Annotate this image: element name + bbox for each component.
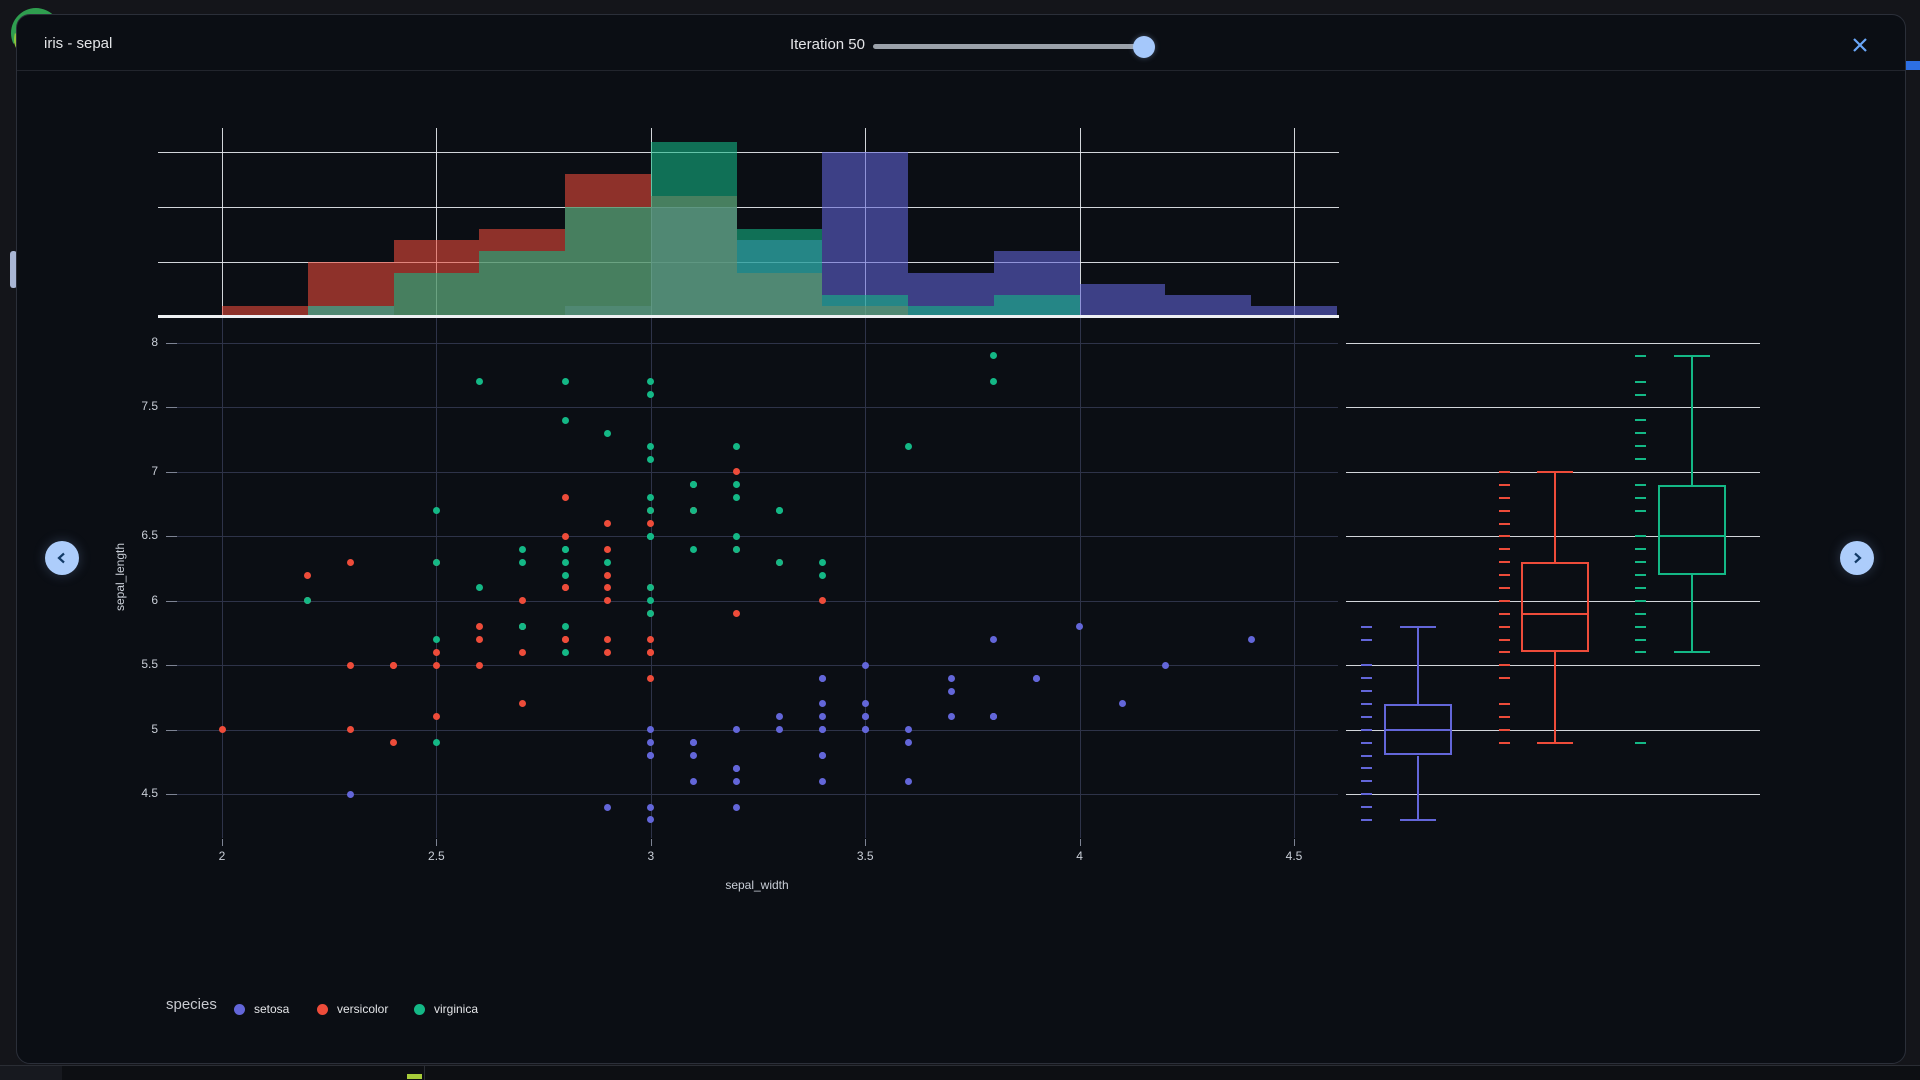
- legend-item-versicolor[interactable]: versicolor: [317, 1002, 388, 1016]
- legend-title: species: [166, 996, 217, 1013]
- iteration-slider-thumb[interactable]: [1133, 36, 1155, 58]
- chevron-left-icon: [55, 551, 69, 565]
- legend-dot-versicolor: [317, 1004, 328, 1015]
- legend-dot-setosa: [234, 1004, 245, 1015]
- legend-label: virginica: [434, 1002, 478, 1016]
- legend-item-virginica[interactable]: virginica: [414, 1002, 478, 1016]
- page-legend-glint: [407, 1074, 422, 1079]
- modal-title: iris - sepal: [44, 35, 112, 52]
- legend-label: versicolor: [337, 1002, 388, 1016]
- close-icon: [1851, 36, 1869, 54]
- chart-modal: iris - sepal Iteration 50 species setosa…: [16, 14, 1906, 1064]
- page-scrollbar-fragment: [1904, 61, 1920, 70]
- page-bottom-panel: [0, 1066, 1920, 1080]
- modal-title-bar: iris - sepal Iteration 50: [17, 15, 1905, 71]
- next-button[interactable]: [1840, 541, 1874, 575]
- chevron-right-icon: [1850, 551, 1864, 565]
- page-panel-divider: [424, 1066, 425, 1080]
- iteration-slider-track[interactable]: [873, 44, 1146, 49]
- prev-button[interactable]: [45, 541, 79, 575]
- legend-label: setosa: [254, 1002, 289, 1016]
- legend-dot-virginica: [414, 1004, 425, 1015]
- page-bottom-border: [0, 1065, 1920, 1066]
- close-button[interactable]: [1845, 30, 1875, 60]
- iteration-label: Iteration 50: [701, 36, 865, 53]
- page-bottom-left-block: [0, 1066, 62, 1080]
- legend-item-setosa[interactable]: setosa: [234, 1002, 289, 1016]
